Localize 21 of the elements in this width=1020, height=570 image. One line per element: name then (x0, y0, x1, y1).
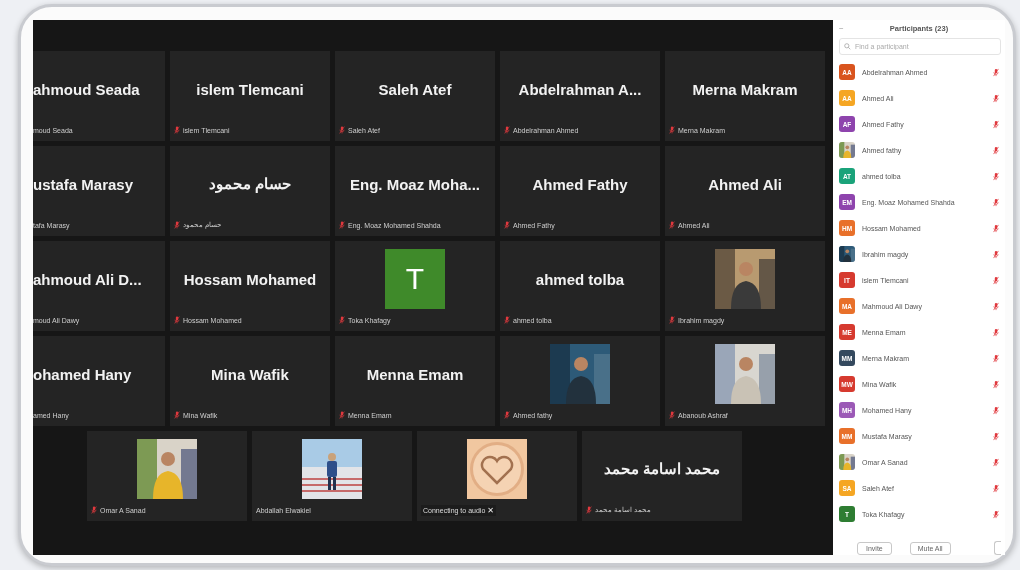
participant-name: ahmoud Seada (33, 80, 140, 98)
participant-name: محمد اسامة محمد (603, 460, 721, 478)
participant-name: ohamed Hany (33, 365, 132, 383)
participant-name: ustafa Marasy (33, 175, 134, 193)
participant-name: حسام محمود (208, 175, 292, 193)
participant-name: Saleh Atef (378, 80, 452, 98)
participant-name: Abdelrahman A... (518, 80, 642, 98)
participant-name: Eng. Moaz Moha... (350, 175, 480, 193)
cut-off-button[interactable] (994, 541, 1001, 555)
participant-name: ahmoud Ali D... (33, 270, 142, 288)
participant-name: ahmed tolba (535, 270, 625, 288)
participant-name: Mina Wafik (211, 365, 289, 383)
participant-name: islem Tlemcani (196, 80, 304, 98)
participant-name: Ahmed Ali (708, 175, 782, 193)
avatar: T (385, 249, 445, 309)
participant-name: Hossam Mohamed (183, 270, 317, 288)
participant-name: Menna Emam (366, 365, 464, 383)
close-button[interactable]: ✕ (487, 505, 494, 515)
participant-name: Merna Makram (692, 80, 798, 98)
search-icon (844, 43, 851, 50)
participant-name: Ahmed Fathy (532, 175, 628, 193)
